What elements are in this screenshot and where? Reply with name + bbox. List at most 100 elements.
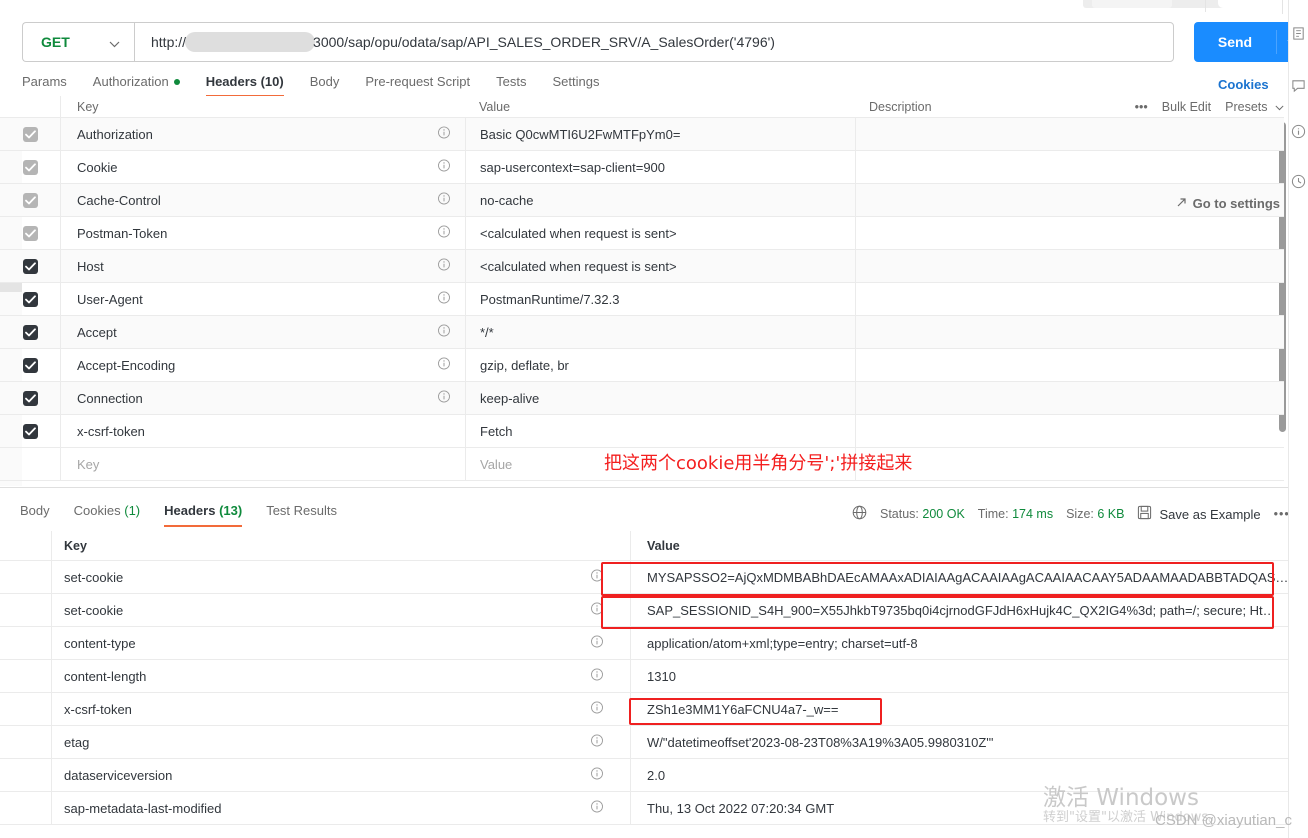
send-button[interactable]: Send bbox=[1194, 22, 1276, 62]
response-header-key-cell: content-length bbox=[52, 660, 630, 692]
info-icon[interactable] bbox=[437, 324, 451, 341]
comment-icon[interactable] bbox=[1291, 78, 1306, 96]
request-header-value-cell[interactable]: no-cache bbox=[465, 184, 855, 216]
request-header-value-cell[interactable]: */* bbox=[465, 316, 855, 348]
request-header-enabled-checkbox[interactable] bbox=[0, 225, 60, 241]
presets-button[interactable]: Presets bbox=[1225, 100, 1284, 114]
tab-pre-request-script[interactable]: Pre-request Script bbox=[365, 74, 470, 97]
request-header-enabled-checkbox[interactable] bbox=[0, 357, 60, 373]
request-header-description-cell[interactable] bbox=[855, 349, 1284, 381]
request-header-value-cell[interactable]: <calculated when request is sent> bbox=[465, 250, 855, 282]
request-header-key-cell[interactable]: Cookie bbox=[60, 151, 465, 183]
go-to-settings-link[interactable]: Go to settings bbox=[1176, 196, 1280, 211]
request-header-key-cell[interactable]: x-csrf-token bbox=[60, 415, 465, 447]
info-icon[interactable] bbox=[437, 291, 451, 308]
request-header-enabled-checkbox[interactable] bbox=[0, 258, 60, 274]
info-icon[interactable] bbox=[437, 357, 451, 374]
request-header-key-cell[interactable]: Accept-Encoding bbox=[60, 349, 465, 381]
response-row-spacer bbox=[0, 693, 52, 725]
request-header-row[interactable]: Host <calculated when request is sent> bbox=[0, 250, 1284, 283]
request-header-enabled-checkbox[interactable] bbox=[0, 390, 60, 406]
request-header-enabled-checkbox[interactable] bbox=[0, 423, 60, 439]
save-as-example-button[interactable]: Save as Example bbox=[1137, 505, 1261, 523]
request-header-value-cell[interactable]: gzip, deflate, br bbox=[465, 349, 855, 381]
request-header-description-cell[interactable] bbox=[855, 283, 1284, 315]
request-header-value-cell[interactable]: PostmanRuntime/7.32.3 bbox=[465, 283, 855, 315]
request-header-row[interactable]: Authorization Basic Q0cwMTI6U2FwMTFpYm0= bbox=[0, 118, 1284, 151]
info-icon[interactable] bbox=[590, 734, 604, 751]
pane-splitter[interactable] bbox=[0, 487, 1288, 488]
tab-headers-label: Headers (10) bbox=[205, 74, 284, 89]
history-icon[interactable] bbox=[1291, 174, 1306, 192]
tab-settings[interactable]: Settings bbox=[552, 74, 599, 97]
info-icon[interactable] bbox=[590, 701, 604, 718]
response-row-spacer bbox=[0, 627, 52, 659]
request-header-enabled-checkbox[interactable] bbox=[0, 159, 60, 175]
tab-body[interactable]: Body bbox=[310, 74, 340, 97]
request-header-key-cell[interactable]: Host bbox=[60, 250, 465, 282]
request-header-key-cell[interactable]: User-Agent bbox=[60, 283, 465, 315]
response-tab-cookies[interactable]: Cookies (1) bbox=[74, 503, 140, 527]
response-tab-body[interactable]: Body bbox=[20, 503, 50, 527]
info-icon[interactable] bbox=[590, 800, 604, 817]
tab-params[interactable]: Params bbox=[22, 74, 67, 97]
info-icon[interactable] bbox=[590, 767, 604, 784]
request-header-row[interactable]: Accept */* bbox=[0, 316, 1284, 349]
info-icon[interactable] bbox=[437, 225, 451, 242]
info-circle-icon[interactable] bbox=[1291, 124, 1306, 142]
request-header-value-cell[interactable]: Fetch bbox=[465, 415, 855, 447]
request-header-key-cell[interactable]: Connection bbox=[60, 382, 465, 414]
request-header-key-cell[interactable]: Postman-Token bbox=[60, 217, 465, 249]
info-icon[interactable] bbox=[590, 635, 604, 652]
code-snippet-icon[interactable] bbox=[1291, 26, 1306, 44]
request-header-row[interactable]: Cookie sap-usercontext=sap-client=900 bbox=[0, 151, 1284, 184]
request-header-value-cell[interactable]: sap-usercontext=sap-client=900 bbox=[465, 151, 855, 183]
bulk-edit-button[interactable]: Bulk Edit bbox=[1162, 100, 1211, 114]
request-header-key-cell[interactable]: Authorization bbox=[60, 118, 465, 150]
request-header-key-cell[interactable]: Cache-Control bbox=[60, 184, 465, 216]
request-header-value-cell[interactable]: keep-alive bbox=[465, 382, 855, 414]
request-header-enabled-checkbox[interactable] bbox=[0, 324, 60, 340]
request-header-description-cell[interactable] bbox=[855, 250, 1284, 282]
info-icon[interactable] bbox=[437, 258, 451, 275]
info-icon[interactable] bbox=[590, 668, 604, 685]
request-header-row[interactable]: User-Agent PostmanRuntime/7.32.3 bbox=[0, 283, 1284, 316]
request-header-description-cell[interactable] bbox=[855, 382, 1284, 414]
request-header-enabled-checkbox[interactable] bbox=[0, 291, 60, 307]
response-tab-test-results[interactable]: Test Results bbox=[266, 503, 337, 527]
url-input[interactable]: http:// 3000/sap/opu/odata/sap/API_SALES_… bbox=[134, 22, 1174, 62]
request-header-row[interactable]: Cache-Control no-cache bbox=[0, 184, 1284, 217]
request-header-row[interactable]: Postman-Token <calculated when request is… bbox=[0, 217, 1284, 250]
response-tab-headers[interactable]: Headers (13) bbox=[164, 503, 243, 527]
request-header-description-cell[interactable] bbox=[855, 118, 1284, 150]
http-method-selector[interactable]: GET bbox=[22, 22, 134, 62]
info-icon[interactable] bbox=[437, 126, 451, 143]
request-header-row[interactable]: Accept-Encoding gzip, deflate, br bbox=[0, 349, 1284, 382]
info-icon[interactable] bbox=[437, 159, 451, 176]
tab-headers[interactable]: Headers (10) bbox=[205, 74, 284, 97]
request-header-row[interactable]: x-csrf-token Fetch bbox=[0, 415, 1284, 448]
info-icon[interactable] bbox=[590, 569, 604, 586]
info-icon[interactable] bbox=[590, 602, 604, 619]
request-header-key-text: User-Agent bbox=[77, 291, 143, 307]
request-header-description-cell[interactable] bbox=[855, 217, 1284, 249]
request-header-value-cell[interactable]: Basic Q0cwMTI6U2FwMTFpYm0= bbox=[465, 118, 855, 150]
tab-authorization[interactable]: Authorization bbox=[93, 74, 180, 97]
cookies-link[interactable]: Cookies bbox=[1218, 77, 1269, 92]
info-icon[interactable] bbox=[437, 192, 451, 209]
more-options-icon[interactable]: ••• bbox=[1135, 100, 1148, 114]
request-header-description-cell[interactable] bbox=[855, 316, 1284, 348]
request-header-enabled-checkbox[interactable] bbox=[0, 126, 60, 142]
request-header-new-key-cell[interactable]: Key bbox=[60, 448, 465, 480]
request-header-value-cell[interactable]: <calculated when request is sent> bbox=[465, 217, 855, 249]
request-header-new-description-cell[interactable] bbox=[855, 448, 1284, 480]
request-header-description-cell[interactable] bbox=[855, 415, 1284, 447]
request-header-enabled-checkbox[interactable] bbox=[0, 192, 60, 208]
tab-tests[interactable]: Tests bbox=[496, 74, 526, 97]
request-header-description-cell[interactable] bbox=[855, 151, 1284, 183]
response-row-spacer bbox=[0, 594, 52, 626]
request-header-key-cell[interactable]: Accept bbox=[60, 316, 465, 348]
request-header-row[interactable]: Connection keep-alive bbox=[0, 382, 1284, 415]
http-method-label: GET bbox=[41, 34, 70, 50]
info-icon[interactable] bbox=[437, 390, 451, 407]
